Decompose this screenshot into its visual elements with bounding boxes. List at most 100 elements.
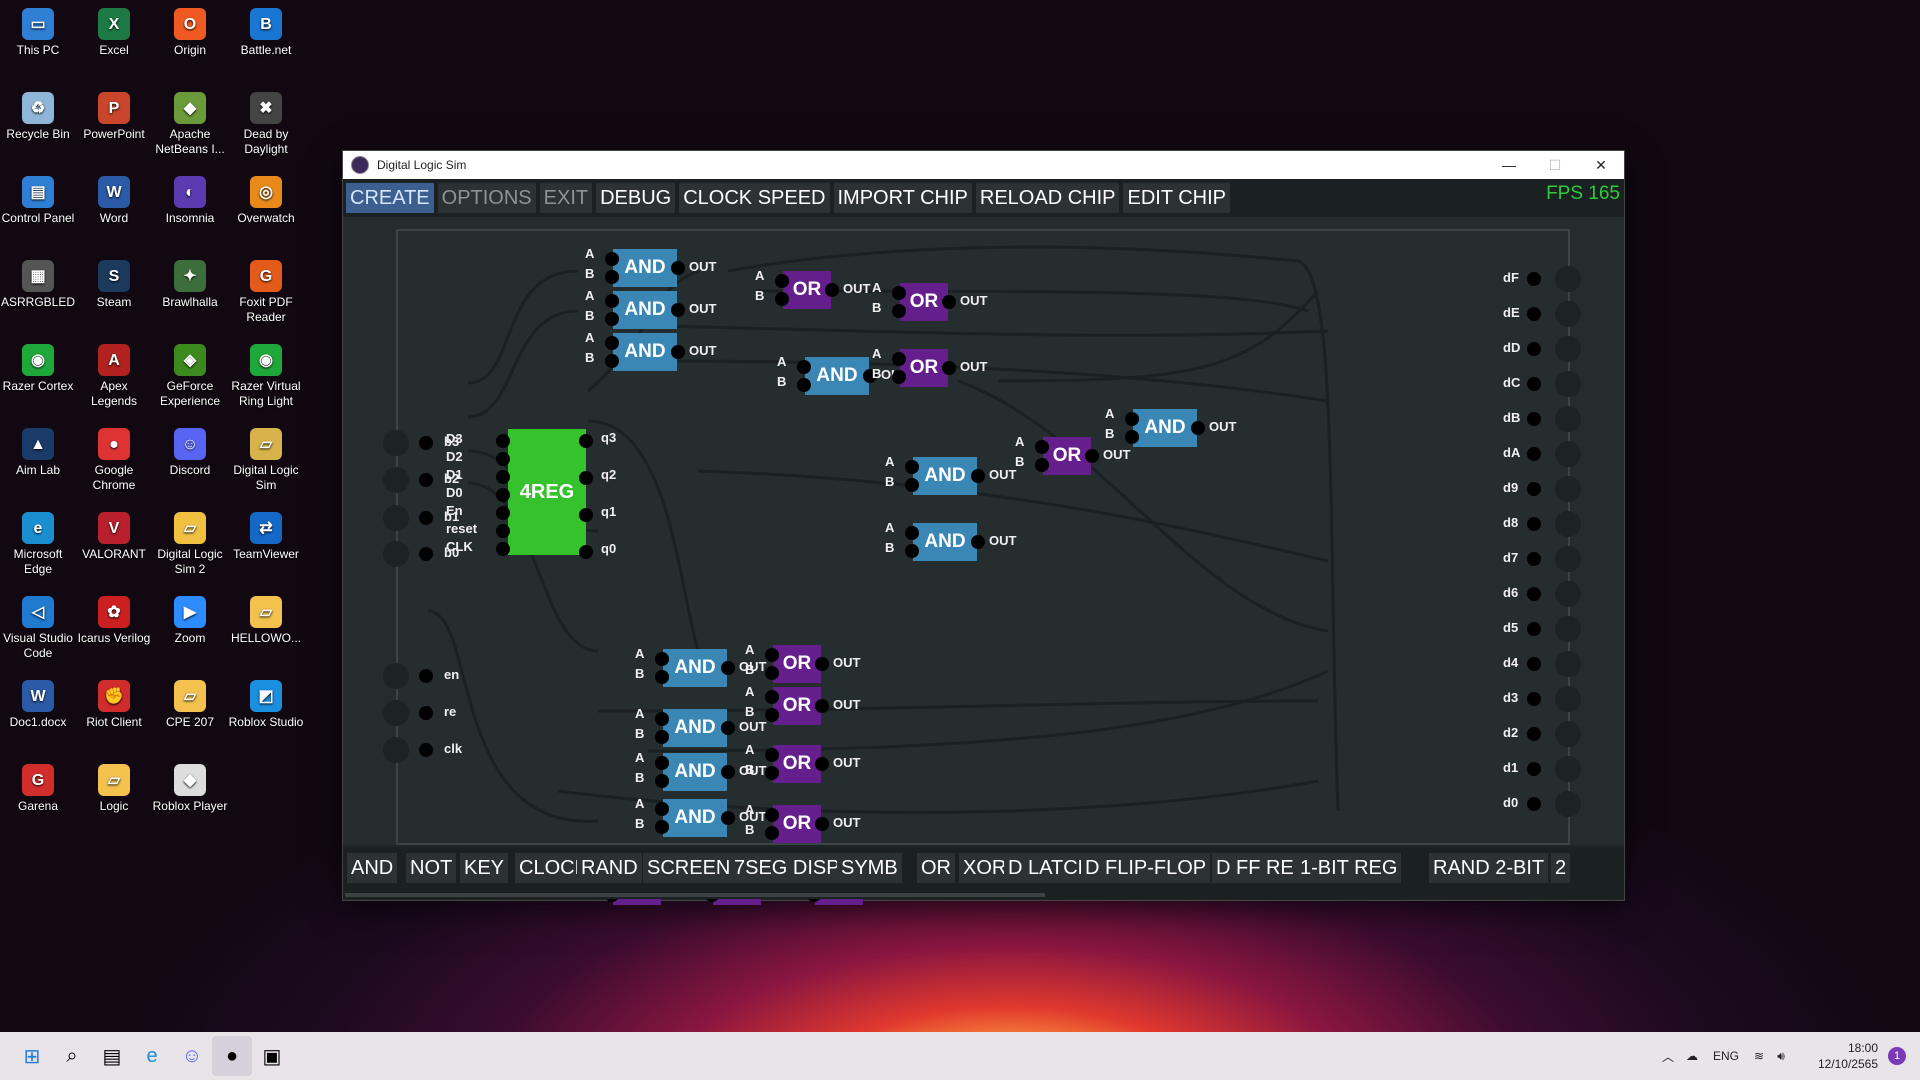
minimize-button[interactable]: — — [1486, 151, 1532, 179]
pin[interactable] — [825, 283, 839, 297]
pin[interactable] — [815, 699, 829, 713]
output-display-da[interactable] — [1555, 441, 1581, 467]
input-toggle-b0[interactable] — [383, 541, 409, 567]
and-gate[interactable]: AND — [613, 291, 677, 329]
pin[interactable] — [419, 473, 433, 487]
pin[interactable] — [496, 524, 510, 538]
desktop-icon-dead-by-daylight[interactable]: ✖ Dead by Daylight — [228, 88, 304, 157]
input-toggle-clk[interactable] — [383, 737, 409, 763]
and-gate[interactable]: AND — [805, 357, 869, 395]
pin[interactable] — [655, 712, 669, 726]
desktop-icon-discord[interactable]: ☺ Discord — [152, 424, 228, 478]
toolbar-chip-or[interactable]: OR — [917, 853, 955, 883]
photos-icon[interactable]: ▣ — [252, 1036, 292, 1076]
input-toggle-b1[interactable] — [383, 505, 409, 531]
output-display-d1[interactable] — [1555, 756, 1581, 782]
input-toggle-b3[interactable] — [383, 430, 409, 456]
desktop-icon-digital-logic-sim[interactable]: ▱ Digital Logic Sim — [228, 424, 304, 493]
desktop-icon-this-pc[interactable]: ▭ This PC — [0, 4, 76, 58]
output-display-de[interactable] — [1555, 301, 1581, 327]
output-display-dd[interactable] — [1555, 336, 1581, 362]
desktop-icon-microsoft-edge[interactable]: e Microsoft Edge — [0, 508, 76, 577]
toolbar-chip-key[interactable]: KEY — [460, 853, 509, 883]
pin[interactable] — [1527, 342, 1541, 356]
output-display-dc[interactable] — [1555, 371, 1581, 397]
and-gate[interactable]: AND — [1133, 409, 1197, 447]
pin[interactable] — [419, 669, 433, 683]
and-gate[interactable]: AND — [613, 249, 677, 287]
pin[interactable] — [721, 765, 735, 779]
menu-create[interactable]: CREATE — [346, 183, 434, 213]
or-gate[interactable]: OR — [900, 349, 948, 387]
pin[interactable] — [655, 730, 669, 744]
pin[interactable] — [1527, 692, 1541, 706]
clock[interactable]: 18:00 12/10/2565 — [1792, 1040, 1878, 1072]
circuit-canvas[interactable]: ANDABOUTANDABOUTANDABOUTANDABOUTANDABOUT… — [343, 217, 1624, 905]
or-gate[interactable]: OR — [773, 645, 821, 683]
toolbar-chip-7seg-disp[interactable]: 7SEG DISP — [730, 853, 844, 883]
pin[interactable] — [765, 666, 779, 680]
desktop-icon-apex-legends[interactable]: A Apex Legends — [76, 340, 152, 409]
desktop-icon-teamviewer[interactable]: ⇄ TeamViewer — [228, 508, 304, 562]
desktop-icon-garena[interactable]: G Garena — [0, 760, 76, 814]
pin[interactable] — [775, 292, 789, 306]
toolbar-chip-d-flip-flop[interactable]: D FLIP-FLOP — [1081, 853, 1211, 883]
pin[interactable] — [655, 652, 669, 666]
pin[interactable] — [605, 270, 619, 284]
pin[interactable] — [905, 478, 919, 492]
or-gate[interactable]: OR — [773, 687, 821, 725]
desktop-icon-word[interactable]: W Word — [76, 172, 152, 226]
pin[interactable] — [671, 303, 685, 317]
input-toggle-b2[interactable] — [383, 467, 409, 493]
pin[interactable] — [765, 826, 779, 840]
scrollbar-thumb[interactable] — [345, 893, 1045, 897]
desktop-icon-digital-logic-sim-2[interactable]: ▱ Digital Logic Sim 2 — [152, 508, 228, 577]
pin[interactable] — [419, 511, 433, 525]
toolbar-chip-not[interactable]: NOT — [406, 853, 457, 883]
pin[interactable] — [1527, 517, 1541, 531]
toolbar-chip-2[interactable]: 2 — [1551, 853, 1571, 883]
desktop-icon-steam[interactable]: S Steam — [76, 256, 152, 310]
pin[interactable] — [1527, 447, 1541, 461]
pin[interactable] — [815, 657, 829, 671]
pin[interactable] — [671, 261, 685, 275]
search-icon[interactable]: ⌕ — [52, 1036, 92, 1076]
and-gate[interactable]: AND — [663, 799, 727, 837]
output-display-d8[interactable] — [1555, 511, 1581, 537]
desktop-icon-riot-client[interactable]: ✊ Riot Client — [76, 676, 152, 730]
desktop-icon-asrrgbled[interactable]: ▦ ASRRGBLED — [0, 256, 76, 310]
toolbar-chip-rand-2-bit[interactable]: RAND 2-BIT — [1429, 853, 1549, 883]
pin[interactable] — [942, 361, 956, 375]
notification-badge[interactable]: 1 — [1888, 1047, 1906, 1065]
pin[interactable] — [721, 721, 735, 735]
or-gate[interactable]: OR — [773, 805, 821, 843]
output-display-d6[interactable] — [1555, 581, 1581, 607]
pin[interactable] — [775, 274, 789, 288]
pin[interactable] — [797, 378, 811, 392]
and-gate[interactable]: AND — [663, 649, 727, 687]
menu-debug[interactable]: DEBUG — [596, 183, 676, 213]
desktop-icon-razer-virtual-ring-light[interactable]: ◉ Razer Virtual Ring Light — [228, 340, 304, 409]
and-gate[interactable]: AND — [913, 457, 977, 495]
pin[interactable] — [1191, 421, 1205, 435]
pin[interactable] — [655, 756, 669, 770]
desktop-icon-insomnia[interactable]: ◐ Insomnia — [152, 172, 228, 226]
desktop-icon-visual-studio-code[interactable]: ◁ Visual Studio Code — [0, 592, 76, 661]
pin[interactable] — [905, 526, 919, 540]
desktop-icon-doc1-docx[interactable]: W Doc1.docx — [0, 676, 76, 730]
pin[interactable] — [1125, 430, 1139, 444]
output-display-d5[interactable] — [1555, 616, 1581, 642]
pin[interactable] — [905, 544, 919, 558]
pin[interactable] — [721, 661, 735, 675]
pin[interactable] — [797, 360, 811, 374]
pin[interactable] — [496, 470, 510, 484]
desktop-icon-roblox-player[interactable]: ◆ Roblox Player — [152, 760, 228, 814]
edge-icon[interactable]: e — [132, 1036, 172, 1076]
pin[interactable] — [892, 304, 906, 318]
desktop-icon-battle-net[interactable]: B Battle.net — [228, 4, 304, 58]
output-display-d7[interactable] — [1555, 546, 1581, 572]
desktop-icon-excel[interactable]: X Excel — [76, 4, 152, 58]
toolbar-scrollbar[interactable] — [343, 891, 1624, 899]
pin[interactable] — [419, 706, 433, 720]
pin[interactable] — [1035, 440, 1049, 454]
